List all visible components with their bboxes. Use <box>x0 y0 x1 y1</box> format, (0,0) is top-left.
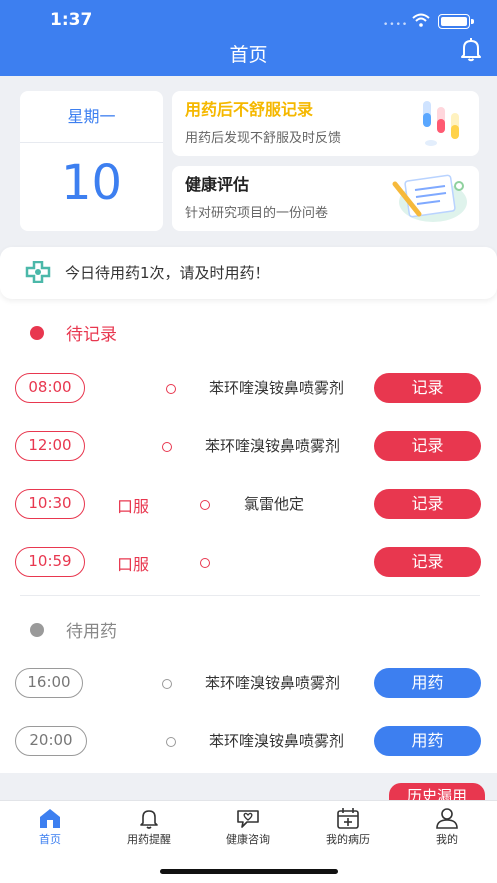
time-tag: 10:59 <box>15 547 85 577</box>
status-ring-icon <box>162 442 172 452</box>
card-subtitle: 针对研究项目的一份问卷 <box>185 206 329 221</box>
status-ring-icon <box>162 679 172 689</box>
drug-name: 苯环喹溴铵鼻喷雾剂 <box>205 674 341 692</box>
time-tag: 12:00 <box>15 431 85 461</box>
card-title: 用药后不舒服记录 <box>185 100 314 119</box>
home-indicator <box>160 869 338 874</box>
take-medication-button[interactable]: 用药 <box>374 726 481 756</box>
record-button[interactable]: 记录 <box>374 547 481 577</box>
wifi-icon <box>412 13 430 27</box>
notification-bell-icon[interactable] <box>458 36 484 62</box>
drug-name: 氯雷他定 <box>244 495 305 513</box>
time-tag: 08:00 <box>15 373 85 403</box>
date-card: 星期一 10 <box>20 91 163 231</box>
status-dot <box>30 325 44 340</box>
record-row: 10:59 口服 记录 <box>0 533 497 591</box>
tab-label: 首页 <box>39 833 61 846</box>
status-ring-icon <box>166 384 176 394</box>
app-header: 1:37 •••• 首页 <box>0 0 497 76</box>
card-subtitle: 用药后发现不舒服及时反馈 <box>185 131 342 146</box>
route-label: 口服 <box>117 555 150 574</box>
consult-icon <box>237 810 259 828</box>
medication-row: 16:00 苯环喹溴铵鼻喷雾剂 用药 <box>0 654 497 712</box>
pending-record-header: 待记录 <box>30 320 117 345</box>
page-title: 首页 <box>229 44 268 66</box>
calendar-icon <box>337 808 359 829</box>
tab-home[interactable]: 首页 <box>0 807 100 847</box>
notice-text: 今日待用药1次，请及时用药！ <box>65 264 270 282</box>
pharmacy-cross-icon <box>25 261 51 283</box>
card-title: 健康评估 <box>185 175 250 194</box>
weekday-label: 星期一 <box>20 91 163 143</box>
record-button[interactable]: 记录 <box>374 431 481 461</box>
record-button[interactable]: 记录 <box>374 489 481 519</box>
bell-icon <box>140 810 158 829</box>
tab-label: 健康咨询 <box>226 833 270 846</box>
drug-name: 苯环喹溴铵鼻喷雾剂 <box>209 732 345 750</box>
day-number: 10 <box>60 155 123 211</box>
medication-notice: 今日待用药1次，请及时用药！ <box>0 247 497 299</box>
route-label: 口服 <box>117 497 150 516</box>
medication-row: 20:00 苯环喹溴铵鼻喷雾剂 用药 <box>0 712 497 770</box>
test-tubes-icon <box>423 101 459 146</box>
home-icon <box>40 809 60 828</box>
tab-records[interactable]: 我的病历 <box>298 807 398 847</box>
tab-label: 我的 <box>436 833 458 846</box>
time-tag: 20:00 <box>15 726 87 756</box>
take-medication-button[interactable]: 用药 <box>374 668 481 698</box>
questionnaire-icon <box>392 174 467 222</box>
tab-label: 我的病历 <box>326 833 370 846</box>
section-title: 待用药 <box>66 622 117 642</box>
time-tag: 16:00 <box>15 668 83 698</box>
record-button[interactable]: 记录 <box>374 373 481 403</box>
tab-profile[interactable]: 我的 <box>397 807 497 847</box>
discomfort-record-card[interactable]: 用药后不舒服记录 用药后发现不舒服及时反馈 <box>172 91 479 156</box>
status-ring-icon <box>200 558 210 568</box>
user-icon <box>436 808 458 829</box>
drug-name: 苯环喹溴铵鼻喷雾剂 <box>209 379 345 397</box>
record-row: 12:00 苯环喹溴铵鼻喷雾剂 记录 <box>0 417 497 475</box>
time-tag: 10:30 <box>15 489 85 519</box>
main-panel: 今日待用药1次，请及时用药！ 待记录 08:00 苯环喹溴铵鼻喷雾剂 记录 12… <box>0 247 497 773</box>
status-time: 1:37 <box>50 10 93 30</box>
battery-icon <box>438 14 474 29</box>
tab-consult[interactable]: 健康咨询 <box>198 807 298 847</box>
record-row: 08:00 苯环喹溴铵鼻喷雾剂 记录 <box>0 359 497 417</box>
section-divider <box>20 595 480 596</box>
record-row: 10:30 口服 氯雷他定 记录 <box>0 475 497 533</box>
tab-label: 用药提醒 <box>127 833 171 846</box>
status-ring-icon <box>200 500 210 510</box>
section-title: 待记录 <box>66 325 117 345</box>
status-dot <box>30 622 44 637</box>
drug-name: 苯环喹溴铵鼻喷雾剂 <box>205 437 341 455</box>
status-ring-icon <box>166 737 176 747</box>
tab-reminder[interactable]: 用药提醒 <box>99 807 199 847</box>
pending-medication-header: 待用药 <box>30 617 117 642</box>
signal-icon: •••• <box>383 20 409 30</box>
health-assessment-card[interactable]: 健康评估 针对研究项目的一份问卷 <box>172 166 479 231</box>
